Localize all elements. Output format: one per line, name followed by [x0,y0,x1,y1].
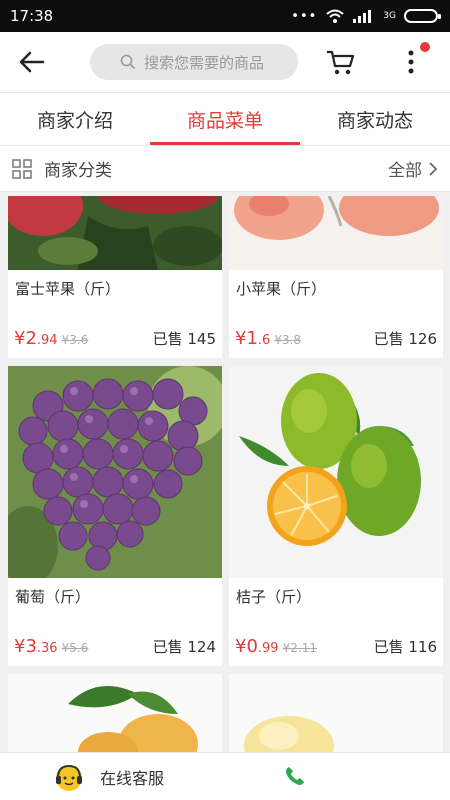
original-price: ¥3.8 [274,333,302,347]
category-bar[interactable]: 商家分类 全部 [0,146,450,192]
product-card[interactable] [8,674,222,752]
original-price: ¥2.11 [282,641,317,655]
current-price: ¥0.99 [235,636,279,657]
back-button[interactable] [10,40,54,84]
grapes-image [8,366,222,578]
original-price: ¥3.6 [61,333,89,347]
battery-icon [404,9,441,23]
product-image [8,366,222,578]
status-icons: ••• 3G [291,8,441,24]
search-input[interactable]: 搜索您需要的商品 [90,44,298,80]
cart-button[interactable] [322,44,358,80]
current-price: ¥3.36 [14,636,58,657]
notification-dot [420,42,430,52]
product-name: 富士苹果（斤） [15,280,121,298]
pear-image [8,674,222,752]
back-arrow-icon [19,51,45,73]
more-notifications-icon: ••• [291,8,318,24]
current-price: ¥1.6 [235,328,271,349]
sold-count: 已售 116 [373,638,437,656]
mandarins-image [229,366,443,578]
product-image [229,366,443,578]
price-row: ¥0.99 ¥2.11 已售 116 [235,636,437,657]
price-row: ¥2.94 ¥3.6 已售 145 [14,328,216,349]
category-label: 商家分类 [44,161,112,181]
tab-merchant-news[interactable]: 商家动态 [300,93,450,145]
online-service-button[interactable]: 在线客服 [100,765,164,789]
grid-icon [12,158,32,179]
product-card[interactable]: 小苹果（斤） ¥1.6 ¥3.8 已售 126 [229,196,443,358]
search-icon [120,54,136,70]
product-name: 桔子（斤） [236,588,312,606]
price-row: ¥1.6 ¥3.8 已售 126 [235,328,437,349]
customer-service-icon [56,764,82,791]
product-card[interactable]: 富士苹果（斤） ¥2.94 ¥3.6 已售 145 [8,196,222,358]
sold-count: 已售 126 [373,330,437,348]
status-time: 17:38 [10,7,54,25]
phone-icon[interactable] [284,765,306,787]
apple-tree-image [8,196,222,270]
sold-count: 已售 124 [152,638,216,656]
cell-signal-icon [353,10,372,23]
product-name: 葡萄（斤） [15,588,91,606]
product-card[interactable] [229,674,443,752]
price-row: ¥3.36 ¥5.6 已售 124 [14,636,216,657]
product-grid: 富士苹果（斤） ¥2.94 ¥3.6 已售 145 小苹果（斤） ¥1.6 ¥3… [0,196,450,752]
fruit-image [229,674,443,752]
network-type-label: 3G [383,10,396,21]
sold-count: 已售 145 [152,330,216,348]
search-placeholder: 搜索您需要的商品 [144,53,265,72]
product-image [8,196,222,270]
small-apples-image [229,196,443,270]
top-bar: 搜索您需要的商品 [0,32,450,92]
current-price: ¥2.94 [14,328,58,349]
chevron-right-icon [429,161,438,176]
tab-bar: 商家介绍 商品菜单 商家动态 [0,92,450,146]
product-name: 小苹果（斤） [236,280,327,298]
product-card[interactable]: 桔子（斤） ¥0.99 ¥2.11 已售 116 [229,366,443,666]
tab-product-menu[interactable]: 商品菜单 [150,93,300,145]
category-all-link[interactable]: 全部 [388,156,422,181]
wifi-icon [326,9,344,23]
original-price: ¥5.6 [61,641,89,655]
bottom-bar: 在线客服 [0,752,450,800]
product-image [229,196,443,270]
status-bar: 17:38 ••• 3G [0,0,450,32]
product-card[interactable]: 葡萄（斤） ¥3.36 ¥5.6 已售 124 [8,366,222,666]
tab-merchant-intro[interactable]: 商家介绍 [0,93,150,145]
cart-icon [327,50,355,75]
more-vertical-icon [408,50,414,74]
